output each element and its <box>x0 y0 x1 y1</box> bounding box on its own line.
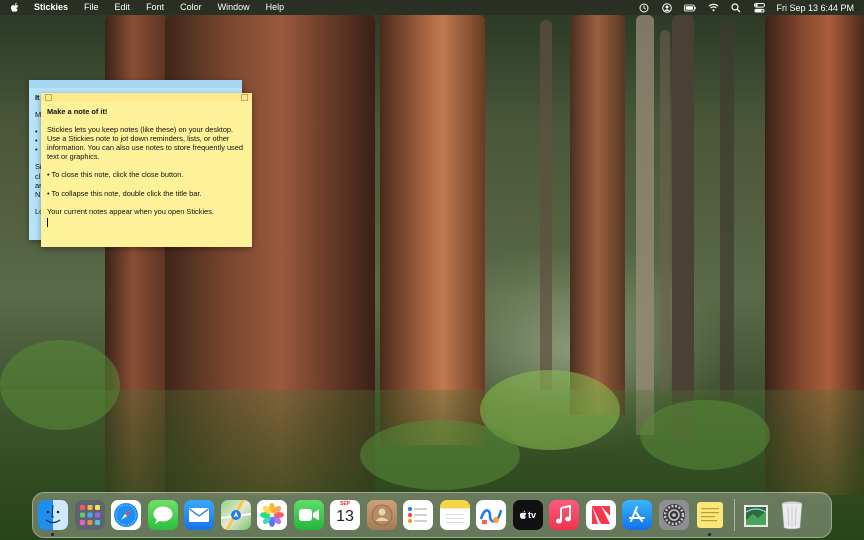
notes-icon[interactable] <box>439 500 470 530</box>
finder-icon[interactable] <box>38 500 68 536</box>
battery-icon[interactable] <box>684 2 697 13</box>
note-paragraph: Stickies lets you keep notes (like these… <box>47 125 243 162</box>
messages-icon[interactable] <box>147 500 178 530</box>
reminders-icon[interactable] <box>403 500 433 530</box>
sticky-note-yellow[interactable]: Make a note of it! Stickies lets you kee… <box>41 93 252 247</box>
sticky-yellow-body[interactable]: Make a note of it! Stickies lets you kee… <box>41 101 252 230</box>
calendar-month: SEP <box>339 501 350 507</box>
running-indicator <box>51 533 54 536</box>
menu-clock[interactable]: Fri Sep 13 6:44 PM <box>776 3 854 13</box>
sticky-yellow-title-bar[interactable] <box>41 93 252 101</box>
mail-icon[interactable] <box>184 500 214 530</box>
facetime-icon[interactable] <box>293 500 324 530</box>
contacts-icon[interactable] <box>366 500 397 530</box>
note-paragraph: Your current notes appear when you open … <box>47 206 214 216</box>
downloads-folder-icon[interactable] <box>741 500 771 530</box>
launchpad-icon[interactable] <box>74 500 105 530</box>
calendar-day: 13 <box>336 508 354 525</box>
stickies-icon[interactable] <box>695 500 725 536</box>
dock-separator <box>733 499 735 531</box>
tv-icon[interactable]: tv <box>512 500 543 530</box>
user-icon[interactable] <box>661 2 673 13</box>
trash-icon[interactable] <box>777 500 807 530</box>
close-icon[interactable] <box>45 94 52 101</box>
time-machine-icon[interactable] <box>638 2 650 13</box>
safari-icon[interactable] <box>111 500 141 530</box>
app-store-icon[interactable] <box>622 500 652 530</box>
menu-bar: Stickies File Edit Font Color Window Hel… <box>0 0 864 15</box>
apple-logo-icon[interactable] <box>10 2 20 13</box>
dock: SEP 13 tv <box>32 492 832 538</box>
running-indicator <box>708 533 711 536</box>
menu-app-name[interactable]: Stickies <box>30 0 76 15</box>
calendar-icon[interactable]: SEP 13 <box>330 500 360 530</box>
menu-color[interactable]: Color <box>172 0 210 15</box>
note-bullet: • To collapse this note, double click th… <box>47 188 202 198</box>
tv-label: tv <box>527 510 536 520</box>
menu-window[interactable]: Window <box>210 0 258 15</box>
photos-icon[interactable] <box>257 500 287 530</box>
control-center-icon[interactable] <box>753 2 765 13</box>
system-settings-icon[interactable] <box>658 500 689 530</box>
wifi-icon[interactable] <box>707 2 719 13</box>
text-cursor <box>47 217 48 227</box>
news-icon[interactable] <box>585 500 616 530</box>
note-bullet: • To close this note, click the close bu… <box>47 170 184 180</box>
note-title: Make a note of it! <box>47 107 108 116</box>
freeform-icon[interactable] <box>476 500 506 530</box>
sticky-blue-title-bar[interactable] <box>29 80 242 88</box>
search-icon[interactable] <box>730 2 742 13</box>
menu-edit[interactable]: Edit <box>107 0 139 15</box>
maps-icon[interactable] <box>220 500 251 530</box>
menu-font[interactable]: Font <box>138 0 172 15</box>
menu-file[interactable]: File <box>76 0 107 15</box>
menu-help[interactable]: Help <box>258 0 293 15</box>
zoom-icon[interactable] <box>241 94 248 101</box>
music-icon[interactable] <box>549 500 579 530</box>
